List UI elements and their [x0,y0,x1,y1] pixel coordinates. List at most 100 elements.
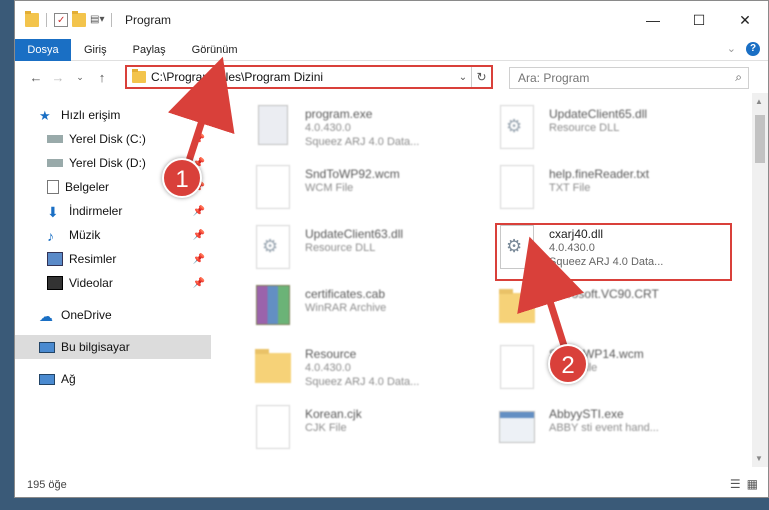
dll-icon [253,225,293,273]
file-name: Microsoft.VC90.CRT [549,287,659,301]
sidebar-item-network[interactable]: Ağ [15,367,211,391]
winrar-icon [253,285,293,333]
search-input[interactable] [518,71,718,85]
pin-icon: 📌 [192,229,205,241]
window-title: Program [125,13,172,27]
file-type: TXT File [549,182,591,194]
divider [111,13,112,27]
pin-icon: 📌 [192,253,205,265]
scroll-up-icon[interactable]: ▲ [755,97,763,106]
search-box[interactable]: ⌕ [509,67,749,89]
status-bar: 195 öğe ☰ ▦ [15,473,768,497]
navigation-pane: ★ Hızlı erişim Yerel Disk (C:) 📌 Yerel D… [15,93,211,467]
file-tile[interactable]: Korean.cjk CJK File [253,405,483,461]
file-icon [497,345,537,393]
network-icon [39,373,55,385]
cloud-icon: ☁ [39,308,53,324]
file-icon [497,165,537,213]
maximize-button[interactable]: ☐ [676,1,722,39]
scroll-down-icon[interactable]: ▼ [755,454,763,463]
forward-arrow-icon[interactable]: → [47,70,69,85]
file-description: Squeez ARJ 4.0 Data... [305,376,420,388]
file-tile[interactable]: program.exe 4.0.430.0 Squeez ARJ 4.0 Dat… [253,105,483,161]
customize-qat-icon[interactable]: ▤▾ [90,13,104,27]
sidebar-item-this-pc[interactable]: Bu bilgisayar [15,335,211,359]
sidebar-item-quick-access[interactable]: ★ Hızlı erişim [15,103,211,127]
new-folder-icon[interactable] [72,11,86,27]
item-count: 195 öğe [27,479,67,491]
file-tile[interactable]: UpdateClient63.dll Resource DLL [253,225,483,281]
file-type: WCM File [305,182,354,194]
sidebar-item-label: Yerel Disk (C:) [69,132,146,146]
file-tile[interactable]: SndToWP14.wcm WCM File [497,345,727,401]
details-view-icon[interactable]: ☰ [730,477,741,491]
minimize-button[interactable]: — [630,1,676,39]
sidebar-item-indirmeler[interactable]: ⬇ İndirmeler 📌 [15,199,211,223]
music-icon: ♪ [47,228,54,244]
up-arrow-icon[interactable]: ↑ [91,70,113,85]
file-tile[interactable]: AbbyySTI.exe ABBY sti event hand... [497,405,727,461]
file-icon [253,405,293,453]
file-tile[interactable]: certificates.cab WinRAR Archive [253,285,483,341]
sidebar-item-label: Ağ [61,372,76,386]
vertical-scrollbar[interactable]: ▲ ▼ [752,93,768,467]
ribbon-tabs: Dosya Giriş Paylaş Görünüm ⌄ ? [15,38,768,61]
recent-chevron-icon[interactable]: ⌄ [69,72,91,83]
window-controls: — ☐ ✕ [630,1,768,39]
file-name: Korean.cjk [305,407,362,421]
pin-icon: 📌 [192,133,205,145]
address-bar[interactable]: C:\Program Files\Program Dizini ⌄ ↻ [125,65,493,89]
drive-icon [47,135,63,143]
address-path[interactable]: C:\Program Files\Program Dizini [151,70,455,84]
step-1-badge: 1 [162,158,202,198]
file-tile[interactable]: Resource 4.0.430.0 Squeez ARJ 4.0 Data..… [253,345,483,401]
sidebar-item-onedrive[interactable]: ☁ OneDrive [15,303,211,327]
content-area: ★ Hızlı erişim Yerel Disk (C:) 📌 Yerel D… [15,93,768,467]
tab-gorunum[interactable]: Görünüm [179,39,251,61]
sidebar-item-label: Videolar [69,276,113,290]
file-icon [253,165,293,213]
exe-icon [253,105,293,153]
help-icon[interactable]: ? [746,42,760,56]
dll-icon [497,105,537,153]
file-tile[interactable]: SndToWP92.wcm WCM File [253,165,483,221]
sidebar-item-muzik[interactable]: ♪ Müzik 📌 [15,223,211,247]
sidebar-item-label: Hızlı erişim [61,108,121,122]
file-name: UpdateClient65.dll [549,107,648,121]
pictures-icon [47,252,63,266]
folder-icon [253,345,293,393]
sidebar-item-label: Yerel Disk (D:) [69,156,146,170]
file-type: Resource DLL [549,122,620,134]
scrollbar-thumb[interactable] [755,115,765,163]
folder-icon [132,69,146,83]
sidebar-item-label: Bu bilgisayar [61,340,130,354]
explorer-window: ✓ ▤▾ Program — ☐ ✕ Dosya Giriş Paylaş Gö… [14,0,769,498]
sidebar-item-resimler[interactable]: Resimler 📌 [15,247,211,271]
star-icon: ★ [39,108,51,123]
back-arrow-icon[interactable]: ← [25,70,47,85]
file-name: help.fineReader.txt [549,167,650,181]
file-tile[interactable]: Microsoft.VC90.CRT [497,285,727,341]
properties-icon[interactable]: ✓ [54,13,68,27]
refresh-icon[interactable]: ↻ [471,67,491,87]
sidebar-item-videolar[interactable]: Videolar 📌 [15,271,211,295]
tab-dosya[interactable]: Dosya [15,38,71,61]
expand-ribbon-icon[interactable]: ⌄ [727,42,736,56]
address-dropdown-icon[interactable]: ⌄ [455,72,471,83]
quick-access-toolbar: ✓ ▤▾ Program [15,11,172,27]
search-icon[interactable]: ⌕ [735,70,742,85]
file-tile[interactable]: UpdateClient65.dll Resource DLL [497,105,727,161]
tiles-view-icon[interactable]: ▦ [747,477,758,491]
file-tile[interactable]: help.fineReader.txt TXT File [497,165,727,221]
navigation-bar: ← → ⌄ ↑ C:\Program Files\Program Dizini … [15,61,768,93]
file-type: WinRAR Archive [305,302,387,314]
tab-giris[interactable]: Giriş [71,39,120,61]
close-button[interactable]: ✕ [722,1,768,39]
sidebar-item-label: Müzik [69,228,101,242]
sidebar-item-disk-c[interactable]: Yerel Disk (C:) 📌 [15,127,211,151]
file-name: SndToWP92.wcm [305,167,400,181]
drive-icon [47,159,63,167]
folder-icon [497,285,537,333]
sidebar-item-label: OneDrive [61,308,112,322]
tab-paylas[interactable]: Paylaş [120,39,179,61]
